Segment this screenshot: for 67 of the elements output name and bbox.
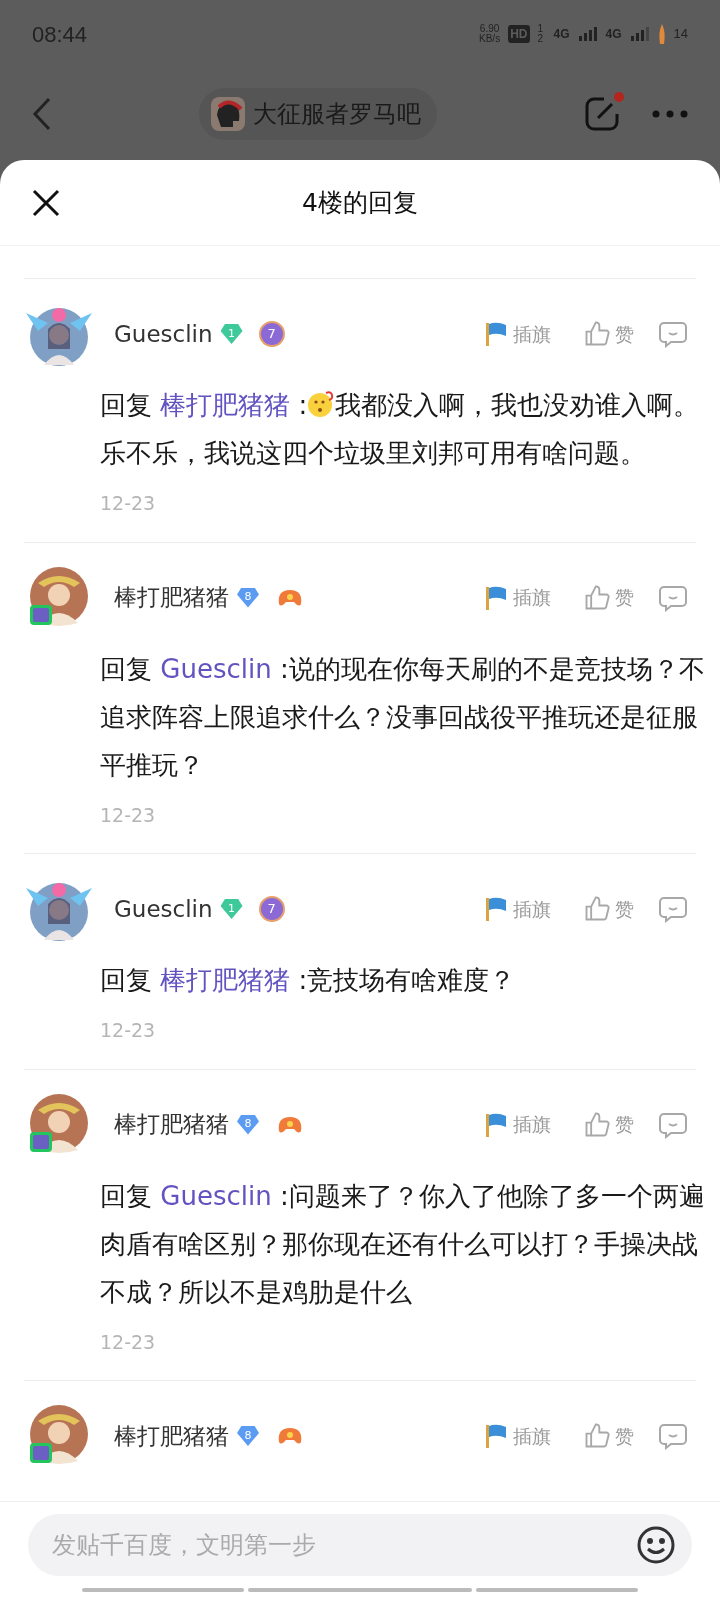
forum-chip[interactable]: 大征服者罗马吧 — [199, 88, 437, 140]
thumbs-up-icon — [583, 583, 611, 612]
like-button[interactable]: 赞 — [583, 894, 634, 924]
flag-button[interactable]: 插旗 — [483, 1421, 551, 1451]
reply-date: 12-23 — [99, 1329, 157, 1355]
level-badge: 8 — [237, 1426, 259, 1446]
medal-badge: 7 — [258, 896, 285, 922]
username[interactable]: Guesclin — [114, 891, 213, 927]
level-badge: 1 — [220, 324, 243, 344]
level-badge: 8 — [237, 1114, 259, 1135]
reply-text: 回复 棒打肥猪猪 :竞技场有啥难度？ — [99, 964, 517, 997]
hd-badge: HD — [508, 25, 530, 43]
thumbs-up-icon — [583, 1422, 611, 1450]
battery-level: 14 — [673, 25, 688, 44]
thumbs-up-icon — [583, 1110, 611, 1139]
flag-icon — [483, 1422, 509, 1450]
sim-slots: 1 2 — [537, 24, 546, 44]
medal-badge: 7 — [258, 321, 285, 347]
username[interactable]: 棒打肥猪猪 — [114, 1107, 229, 1142]
mention-link[interactable]: Guesclin — [160, 1180, 272, 1211]
reply-text: 回复 棒打肥猪猪 : 我都没入啊，我也没劝谁入啊。乐不乐，我说这四个垃圾里刘邦可用有啥问题。 — [99, 389, 701, 470]
comment-icon[interactable] — [658, 895, 688, 923]
thumbs-up-icon — [583, 895, 611, 923]
like-button[interactable]: 赞 — [583, 319, 634, 349]
network-type: 4G — [553, 26, 570, 43]
edit-icon[interactable] — [584, 96, 620, 132]
mention-link[interactable]: Guesclin — [160, 653, 272, 684]
signal-icon — [577, 27, 598, 41]
flag-icon — [483, 320, 509, 348]
username[interactable]: 棒打肥猪猪 — [114, 1418, 229, 1454]
mention-link[interactable]: 棒打肥猪猪 — [160, 390, 291, 420]
comment-icon[interactable] — [658, 1110, 688, 1139]
reply-text: 回复 Guesclin :说的现在你每天刷的不是竞技场？不追求阵容上限追求什么？没事回战役平推玩还是征服平推玩？ — [99, 652, 706, 782]
level-badge: 1 — [220, 899, 243, 919]
smiley-icon[interactable] — [636, 1525, 676, 1565]
like-button[interactable]: 赞 — [583, 1110, 634, 1139]
comment-icon[interactable] — [658, 583, 688, 612]
flag-icon — [483, 895, 509, 923]
reply-text: 回复 Guesclin :问题来了？你入了他除了多一个两遍肉盾有啥区别？那你现在还有什么可以打？手操决战不成？所以不是鸡肋是什么 — [99, 1179, 706, 1309]
sheet-title: 4楼的回复 — [302, 186, 418, 219]
flag-button[interactable]: 插旗 — [483, 583, 551, 612]
battery-icon — [657, 24, 666, 44]
forum-name: 大征服者罗马吧 — [253, 99, 421, 130]
comment-icon[interactable] — [658, 320, 688, 348]
back-icon[interactable] — [32, 97, 52, 131]
network-type: 4G — [605, 26, 622, 43]
mention-link[interactable]: 棒打肥猪猪 — [160, 965, 291, 995]
helmet-icon — [211, 97, 245, 131]
username[interactable]: 棒打肥猪猪 — [114, 580, 229, 615]
comment-icon[interactable] — [658, 1422, 688, 1450]
emoji-icon — [307, 390, 336, 418]
level-badge: 8 — [237, 587, 259, 608]
like-button[interactable]: 赞 — [583, 583, 634, 612]
thumbs-up-icon — [583, 320, 611, 348]
close-icon[interactable] — [32, 188, 60, 217]
status-time: 08:44 — [32, 20, 88, 49]
reply-date: 12-23 — [99, 802, 157, 828]
flag-button[interactable]: 插旗 — [483, 1110, 551, 1139]
reply-date: 12-23 — [99, 1018, 157, 1043]
comment-input[interactable]: 发贴千百度，文明第一步 — [28, 1514, 692, 1576]
flag-button[interactable]: 插旗 — [483, 319, 551, 349]
reply-date: 12-23 — [99, 491, 157, 516]
username[interactable]: Guesclin — [114, 316, 213, 352]
like-button[interactable]: 赞 — [583, 1421, 634, 1451]
more-icon[interactable] — [652, 110, 688, 118]
flag-button[interactable]: 插旗 — [483, 894, 551, 924]
signal-icon — [629, 27, 650, 41]
